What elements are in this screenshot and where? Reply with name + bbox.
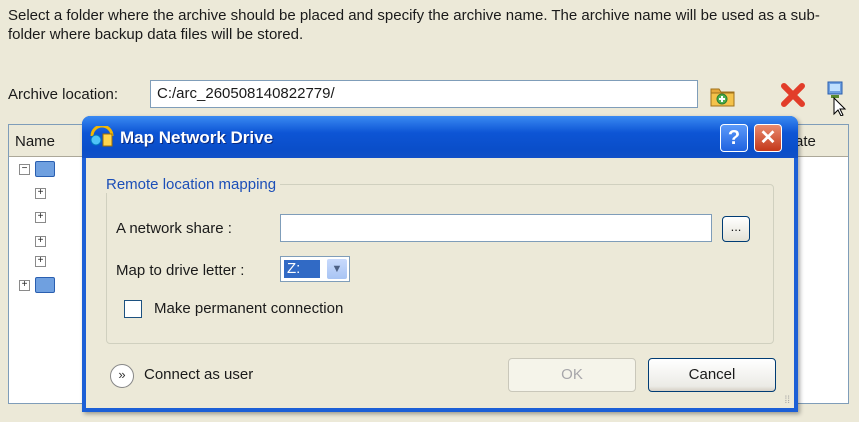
column-name[interactable]: Name (15, 133, 55, 150)
network-icon (35, 277, 55, 293)
chevron-down-icon[interactable]: ▼ (327, 259, 347, 279)
permanent-connection-label[interactable]: Make permanent connection (154, 300, 343, 317)
expand-icon[interactable]: + (35, 212, 46, 223)
permanent-connection-checkbox[interactable] (124, 300, 142, 318)
collapse-icon[interactable]: − (19, 164, 30, 175)
help-button[interactable]: ? (720, 124, 748, 152)
cancel-button[interactable]: Cancel (648, 358, 776, 392)
instruction-text: Select a folder where the archive should… (8, 7, 820, 43)
resize-grip-icon[interactable]: ⁞⁞ (784, 395, 790, 406)
new-folder-icon[interactable] (708, 80, 738, 110)
dialog-title: Map Network Drive (120, 128, 274, 147)
map-network-drive-dialog: Map Network Drive ? ✕ Remote location ma… (82, 116, 798, 412)
ok-button[interactable]: OK (508, 358, 636, 392)
dialog-titlebar[interactable]: Map Network Drive ? ✕ (82, 116, 798, 158)
archive-location-label: Archive location: (8, 86, 119, 103)
expand-icon[interactable]: + (35, 188, 46, 199)
expand-icon[interactable]: + (19, 280, 30, 291)
network-drive-icon[interactable] (820, 80, 850, 117)
delete-icon[interactable] (778, 80, 808, 110)
drive-letter-select[interactable]: Z: ▼ (280, 256, 350, 282)
close-button[interactable]: ✕ (754, 124, 782, 152)
connect-as-user-label[interactable]: Connect as user (144, 366, 253, 383)
browse-button[interactable]: ... (722, 216, 750, 242)
network-share-label: A network share : (116, 220, 232, 237)
drive-letter-value: Z: (284, 260, 320, 278)
network-share-input[interactable] (280, 214, 712, 242)
archive-location-input[interactable]: C:/arc_260508140822779/ (150, 80, 698, 108)
expand-icon[interactable]: + (35, 256, 46, 267)
expand-icon[interactable]: + (35, 236, 46, 247)
dialog-body: Remote location mapping A network share … (86, 158, 794, 408)
column-date[interactable]: ate (795, 133, 816, 150)
expand-options-icon[interactable]: » (110, 364, 134, 388)
computer-icon (35, 161, 55, 177)
group-title: Remote location mapping (102, 176, 281, 193)
drive-letter-label: Map to drive letter : (116, 262, 245, 279)
network-map-icon (90, 124, 114, 148)
